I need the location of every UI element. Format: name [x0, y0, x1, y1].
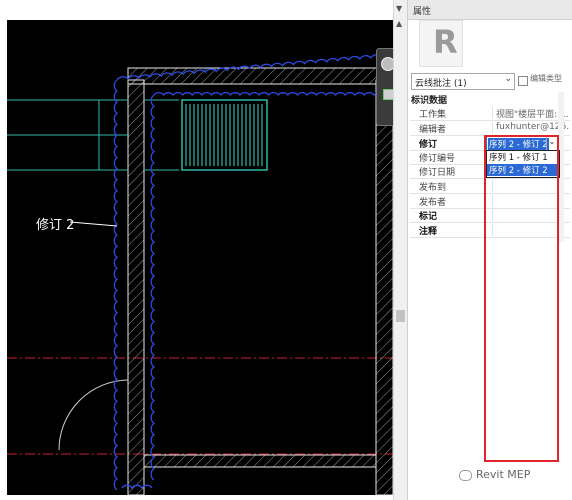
properties-header: 属性: [408, 0, 572, 20]
property-label: 发布者: [419, 198, 447, 208]
edit-type-label: 编辑类型: [530, 74, 562, 83]
revit-logo-icon: R: [433, 23, 458, 61]
floor-plan-drawing: [7, 53, 393, 495]
drawing-area[interactable]: 修订 2 ▼ ▲: [0, 0, 408, 500]
highlight-box: [484, 135, 559, 462]
property-row-workset[interactable]: 工作集 视图"楼层平面: ...: [410, 106, 570, 121]
view-top-margin: [0, 0, 407, 20]
property-row-edited-by[interactable]: 编辑者 fuxhunter@126...: [410, 121, 570, 136]
scroll-thumb[interactable]: [396, 310, 405, 322]
revision-cloud-segment: [113, 79, 119, 491]
floor-plan-view[interactable]: 修订 2: [7, 20, 393, 495]
revision-cloud-segment: [153, 91, 393, 97]
property-label: 发布到: [419, 183, 447, 193]
properties-title: 属性: [413, 7, 432, 17]
view-left-margin: [0, 20, 7, 500]
property-label: 工作集: [419, 110, 447, 120]
wechat-icon: [459, 469, 472, 481]
edit-type-icon: [518, 76, 528, 86]
group-header-identity-data[interactable]: 标识数据: [411, 93, 571, 106]
zoom-icon[interactable]: [383, 89, 393, 100]
steering-wheel-icon[interactable]: [381, 57, 393, 71]
view-scrollbar[interactable]: ▼ ▲: [393, 0, 408, 500]
property-label: 注释: [419, 227, 438, 237]
edit-type-button[interactable]: 编辑类型: [516, 73, 572, 88]
property-label: 修订日期: [419, 168, 456, 178]
annotation-leader: [69, 221, 118, 227]
watermark: Revit MEP: [459, 468, 530, 481]
wall-bottom: [143, 454, 377, 468]
wall-horizontal: [127, 67, 393, 85]
type-preview-icon: R: [419, 20, 463, 67]
navigation-bar[interactable]: [376, 48, 393, 126]
scroll-down-arrow-icon[interactable]: ▼: [396, 4, 402, 13]
chevron-down-icon[interactable]: ⌄: [504, 74, 512, 84]
property-label: 标记: [419, 212, 438, 222]
watermark-text: Revit MEP: [476, 468, 531, 481]
property-label: 编辑者: [419, 125, 447, 135]
wall-right: [375, 79, 393, 495]
scroll-up-arrow-icon[interactable]: ▲: [396, 19, 402, 28]
revision-tag-label[interactable]: 修订 2: [36, 214, 74, 233]
property-label: 修订: [419, 140, 438, 150]
wall-vertical: [127, 79, 145, 495]
revision-cloud-segment: [150, 94, 156, 481]
air-grille-slats: [185, 104, 263, 166]
type-selector-value: 云线批注 (1): [415, 79, 467, 89]
type-selector[interactable]: 云线批注 (1) ⌄: [411, 73, 515, 90]
property-label: 修订编号: [419, 154, 456, 164]
